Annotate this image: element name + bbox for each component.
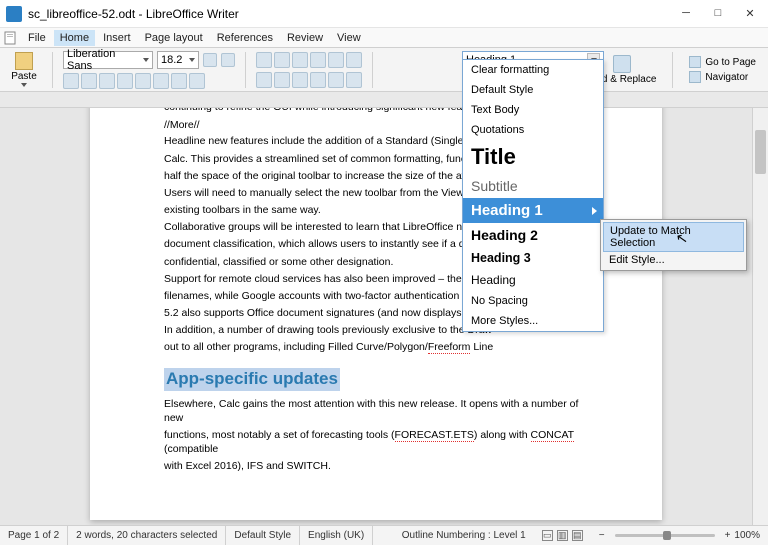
shrink-font-button[interactable] [221, 53, 235, 67]
style-quotations[interactable]: Quotations [463, 120, 603, 140]
zoom-in-button[interactable]: + [725, 530, 731, 541]
document-icon [4, 31, 18, 45]
grow-font-button[interactable] [203, 53, 217, 67]
title-bar: sc_libreoffice-52.odt - LibreOffice Writ… [0, 0, 768, 28]
chevron-down-icon [189, 58, 195, 62]
goto-page-label: Go to Page [705, 57, 756, 68]
style-title[interactable]: Title [463, 140, 603, 174]
menu-home[interactable]: Home [54, 30, 95, 46]
strikethrough-button[interactable] [117, 73, 133, 89]
clipboard-icon [15, 52, 33, 70]
paste-button[interactable]: Paste [6, 52, 42, 88]
highlight-color-button[interactable] [189, 73, 205, 89]
font-name-select[interactable]: Liberation Sans [63, 51, 153, 69]
status-language[interactable]: English (UK) [300, 526, 373, 545]
menu-references[interactable]: References [211, 30, 279, 46]
menu-insert[interactable]: Insert [97, 30, 137, 46]
zoom-out-button[interactable]: − [599, 530, 605, 541]
align-left-button[interactable] [256, 72, 272, 88]
ctx-update-to-match[interactable]: Update to Match Selection [603, 222, 744, 252]
indent-button[interactable] [310, 52, 326, 68]
maximize-button[interactable]: □ [712, 7, 724, 20]
line-spacing-button[interactable] [328, 52, 344, 68]
style-heading3[interactable]: Heading 3 [463, 247, 603, 269]
body-text: functions, most notably a set of forecas… [164, 428, 588, 456]
font-color-button[interactable] [171, 73, 187, 89]
paste-label: Paste [11, 71, 37, 82]
menu-view[interactable]: View [331, 30, 367, 46]
font-size-value: 18.2 [161, 54, 182, 66]
heading-selected[interactable]: App-specific updates [164, 368, 340, 391]
style-heading[interactable]: Heading [463, 269, 603, 291]
underline-button[interactable] [99, 73, 115, 89]
chevron-down-icon [143, 58, 149, 62]
window-title: sc_libreoffice-52.odt - LibreOffice Writ… [28, 7, 680, 21]
style-more[interactable]: More Styles... [463, 311, 603, 331]
zoom-slider-thumb[interactable] [663, 531, 671, 540]
search-icon [613, 55, 631, 73]
window-controls: ─ □ ✕ [680, 7, 762, 20]
minimize-button[interactable]: ─ [680, 7, 692, 20]
close-button[interactable]: ✕ [744, 7, 756, 20]
status-outline: Outline Numbering : Level 1 [394, 526, 534, 545]
view-multi-page-icon[interactable]: ▥ [557, 530, 568, 541]
number-list-button[interactable] [274, 52, 290, 68]
zoom-value[interactable]: 100% [734, 530, 760, 541]
style-clear-formatting[interactable]: Clear formatting [463, 60, 603, 80]
bold-button[interactable] [63, 73, 79, 89]
body-text: out to all other programs, including Fil… [164, 340, 588, 354]
background-color-button[interactable] [346, 72, 362, 88]
subscript-button[interactable] [153, 73, 169, 89]
superscript-button[interactable] [135, 73, 151, 89]
align-justify-button[interactable] [310, 72, 326, 88]
para-spacing-button[interactable] [346, 52, 362, 68]
body-text: Elsewhere, Calc gains the most attention… [164, 397, 588, 425]
align-right-button[interactable] [292, 72, 308, 88]
status-selection: 2 words, 20 characters selected [68, 526, 226, 545]
text-direction-button[interactable] [328, 72, 344, 88]
app-icon [6, 6, 22, 22]
style-context-menu: Update to Match Selection Edit Style... [600, 219, 747, 271]
style-no-spacing[interactable]: No Spacing [463, 291, 603, 311]
horizontal-ruler[interactable] [0, 92, 768, 108]
zoom-slider[interactable] [615, 534, 715, 537]
style-heading1[interactable]: Heading 1 [463, 198, 603, 223]
document-viewport: continuing to refine the GUI while intro… [0, 108, 768, 525]
menu-file[interactable]: File [22, 30, 52, 46]
italic-button[interactable] [81, 73, 97, 89]
style-heading1-label: Heading 1 [471, 202, 543, 219]
page-icon [689, 56, 701, 68]
navigator-button[interactable]: Navigator [689, 71, 756, 83]
bullet-list-button[interactable] [256, 52, 272, 68]
menu-review[interactable]: Review [281, 30, 329, 46]
style-default[interactable]: Default Style [463, 80, 603, 100]
view-single-page-icon[interactable]: ▭ [542, 530, 553, 541]
status-page[interactable]: Page 1 of 2 [0, 526, 68, 545]
status-style[interactable]: Default Style [226, 526, 300, 545]
chevron-down-icon [21, 83, 27, 87]
menu-bar: File Home Insert Page layout References … [0, 28, 768, 48]
font-name-value: Liberation Sans [67, 48, 143, 72]
style-subtitle[interactable]: Subtitle [463, 174, 603, 198]
compass-icon [689, 71, 701, 83]
style-heading2[interactable]: Heading 2 [463, 223, 603, 247]
goto-page-button[interactable]: Go to Page [689, 56, 756, 68]
font-size-select[interactable]: 18.2 [157, 51, 199, 69]
ctx-edit-style[interactable]: Edit Style... [603, 252, 744, 268]
body-text: with Excel 2016), IFS and SWITCH. [164, 459, 588, 473]
vertical-scrollbar[interactable] [752, 108, 768, 525]
style-text-body[interactable]: Text Body [463, 100, 603, 120]
menu-page-layout[interactable]: Page layout [139, 30, 209, 46]
view-book-icon[interactable]: ▤ [572, 530, 583, 541]
scrollbar-thumb[interactable] [755, 130, 766, 174]
align-center-button[interactable] [274, 72, 290, 88]
home-toolbar: Paste Liberation Sans 18.2 [0, 48, 768, 92]
outdent-button[interactable] [292, 52, 308, 68]
paragraph-style-dropdown: Clear formatting Default Style Text Body… [462, 59, 604, 332]
status-bar: Page 1 of 2 2 words, 20 characters selec… [0, 525, 768, 545]
navigator-label: Navigator [705, 72, 748, 83]
submenu-arrow-icon [592, 207, 597, 215]
